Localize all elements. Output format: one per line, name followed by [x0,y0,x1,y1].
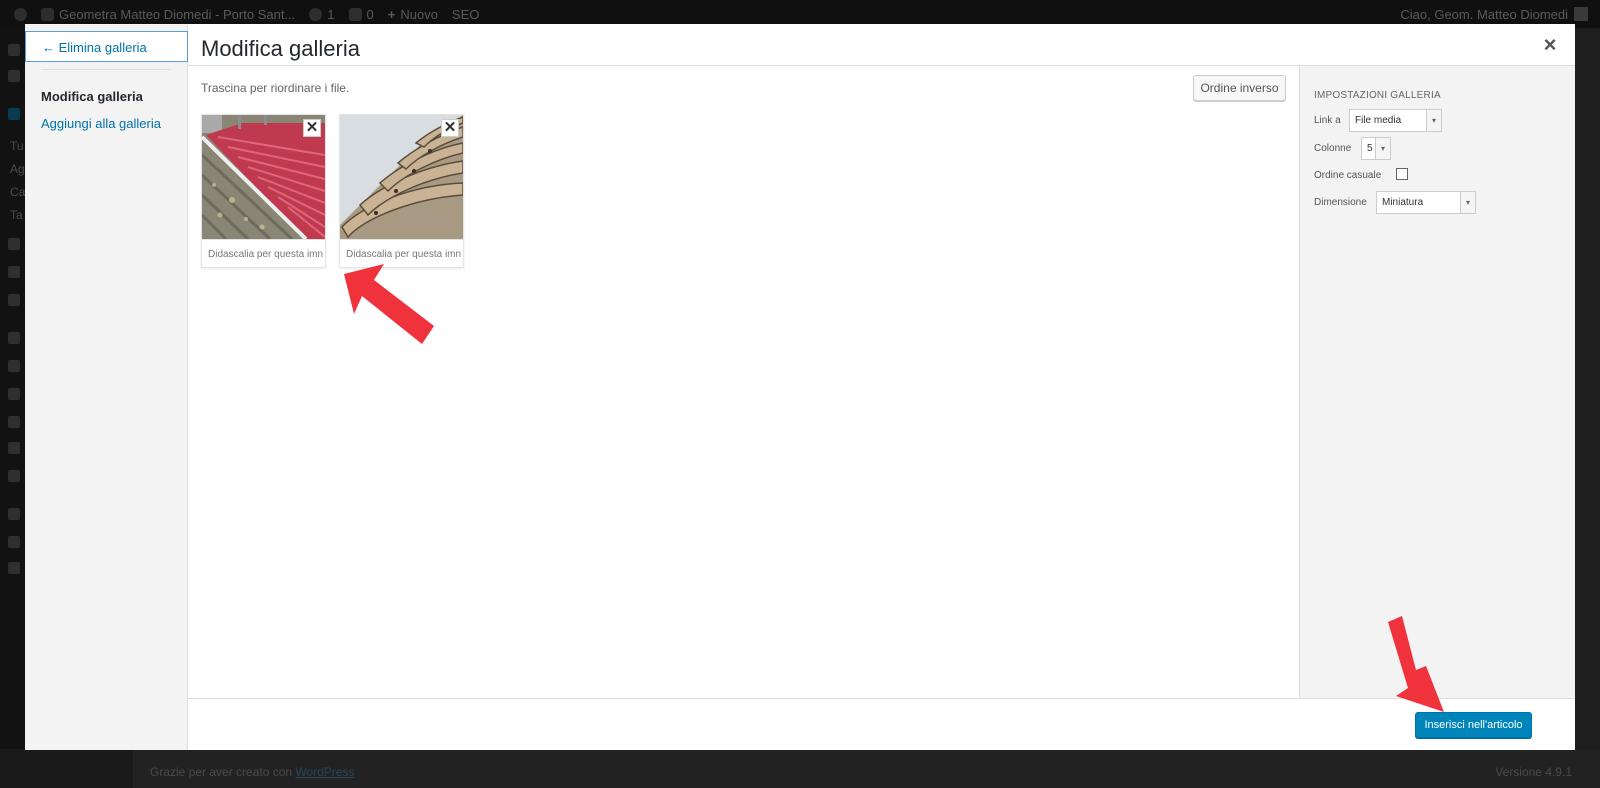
menu-partial-label[interactable]: Tu [10,139,24,153]
modal-title: Modifica galleria [201,36,360,61]
menu-divider [41,69,171,70]
chevron-down-icon: ▾ [1375,138,1390,159]
users-icon[interactable] [8,388,20,400]
admin-menu: Tu Ag Ca Ta [0,28,25,788]
menu-item-add-to-gallery[interactable]: Aggiungi alla galleria [41,116,161,131]
random-order-checkbox[interactable] [1396,168,1408,180]
remove-attachment-button[interactable]: ✕ [303,119,321,137]
random-order-label: Ordine casuale [1314,170,1382,181]
wordpress-logo-icon[interactable] [14,7,27,21]
columns-select[interactable]: 5 ▾ [1361,137,1391,160]
gallery-settings-heading: Impostazioni galleria [1314,90,1441,101]
modal-toolbar: Inserisci nell'articolo [188,698,1575,750]
footer-version: Versione 4.9.1 [1495,765,1572,779]
annotation-arrow-icon [1388,616,1444,712]
columns-label: Colonne [1314,143,1352,154]
remove-attachment-button[interactable]: ✕ [441,119,459,137]
chevron-down-icon: ▾ [1426,110,1441,131]
size-value: Miniatura [1382,197,1424,208]
pin-icon[interactable] [8,108,20,120]
site-name-link[interactable]: Geometra Matteo Diomedi - Porto Sant... [41,7,295,22]
gallery-attachment[interactable]: ✕ Didascalia per questa imn [201,114,326,268]
dashboard-icon[interactable] [8,44,20,56]
menu-partial-label[interactable]: Ta [10,208,23,222]
updates-link[interactable]: 1 [309,7,335,22]
chevron-down-icon: ▾ [1460,192,1475,213]
layout-icon[interactable] [8,470,20,482]
modal-menu: ← Elimina galleria Modifica galleria Agg… [25,24,188,750]
menu-partial-label[interactable]: Ag [10,162,25,176]
appearance-icon[interactable] [8,332,20,344]
avatar [1574,7,1588,21]
gallery-attachment[interactable]: ✕ Didascalia per questa imn [339,114,464,268]
pages-icon[interactable] [8,266,20,278]
comments-icon[interactable] [8,294,20,306]
edit-gallery-modal: ← Elimina galleria Modifica galleria Agg… [25,24,1575,750]
link-to-select[interactable]: File media ▾ [1349,109,1442,132]
collapse-icon[interactable] [8,562,20,574]
seo-link[interactable]: SEO [452,7,479,22]
new-content-link[interactable]: + Nuovo [388,7,438,22]
menu-partial-label[interactable]: Ca [10,185,25,199]
plugins-icon[interactable] [8,360,20,372]
updates-icon [309,7,323,21]
reverse-order-button[interactable]: Ordine inverso [1193,75,1286,101]
menu-item-edit-gallery[interactable]: Modifica galleria [41,89,143,104]
caption-field[interactable]: Didascalia per questa imn [202,239,325,267]
drag-instructions: Trascina per riordinare i file. [201,81,350,95]
comment-icon [348,7,362,21]
size-label: Dimensione [1314,197,1367,208]
wordpress-link[interactable]: WordPress [295,765,354,779]
comments-link[interactable]: 0 [348,7,374,22]
home-icon [41,7,54,21]
media-icon[interactable] [8,238,20,250]
gallery-settings-sidebar: Impostazioni galleria Link a File media … [1299,66,1575,698]
footer-thanks: Grazie per aver creato con WordPress [150,765,355,779]
tools-icon[interactable] [8,416,20,428]
my-account-link[interactable]: Ciao, Geom. Matteo Diomedi [1400,7,1588,22]
columns-value: 5 [1367,143,1373,154]
close-icon[interactable]: × [1541,34,1559,56]
link-to-value: File media [1355,115,1402,126]
calendar-icon[interactable] [8,508,20,520]
annotation-arrow-icon [344,264,434,344]
size-select[interactable]: Miniatura ▾ [1376,191,1476,214]
shield-icon[interactable] [8,70,20,82]
mountain-icon[interactable] [8,536,20,548]
link-to-label: Link a [1314,115,1341,126]
plus-icon: + [387,6,396,22]
delete-gallery-button[interactable]: ← Elimina galleria [25,31,188,62]
settings-icon[interactable] [8,442,20,454]
